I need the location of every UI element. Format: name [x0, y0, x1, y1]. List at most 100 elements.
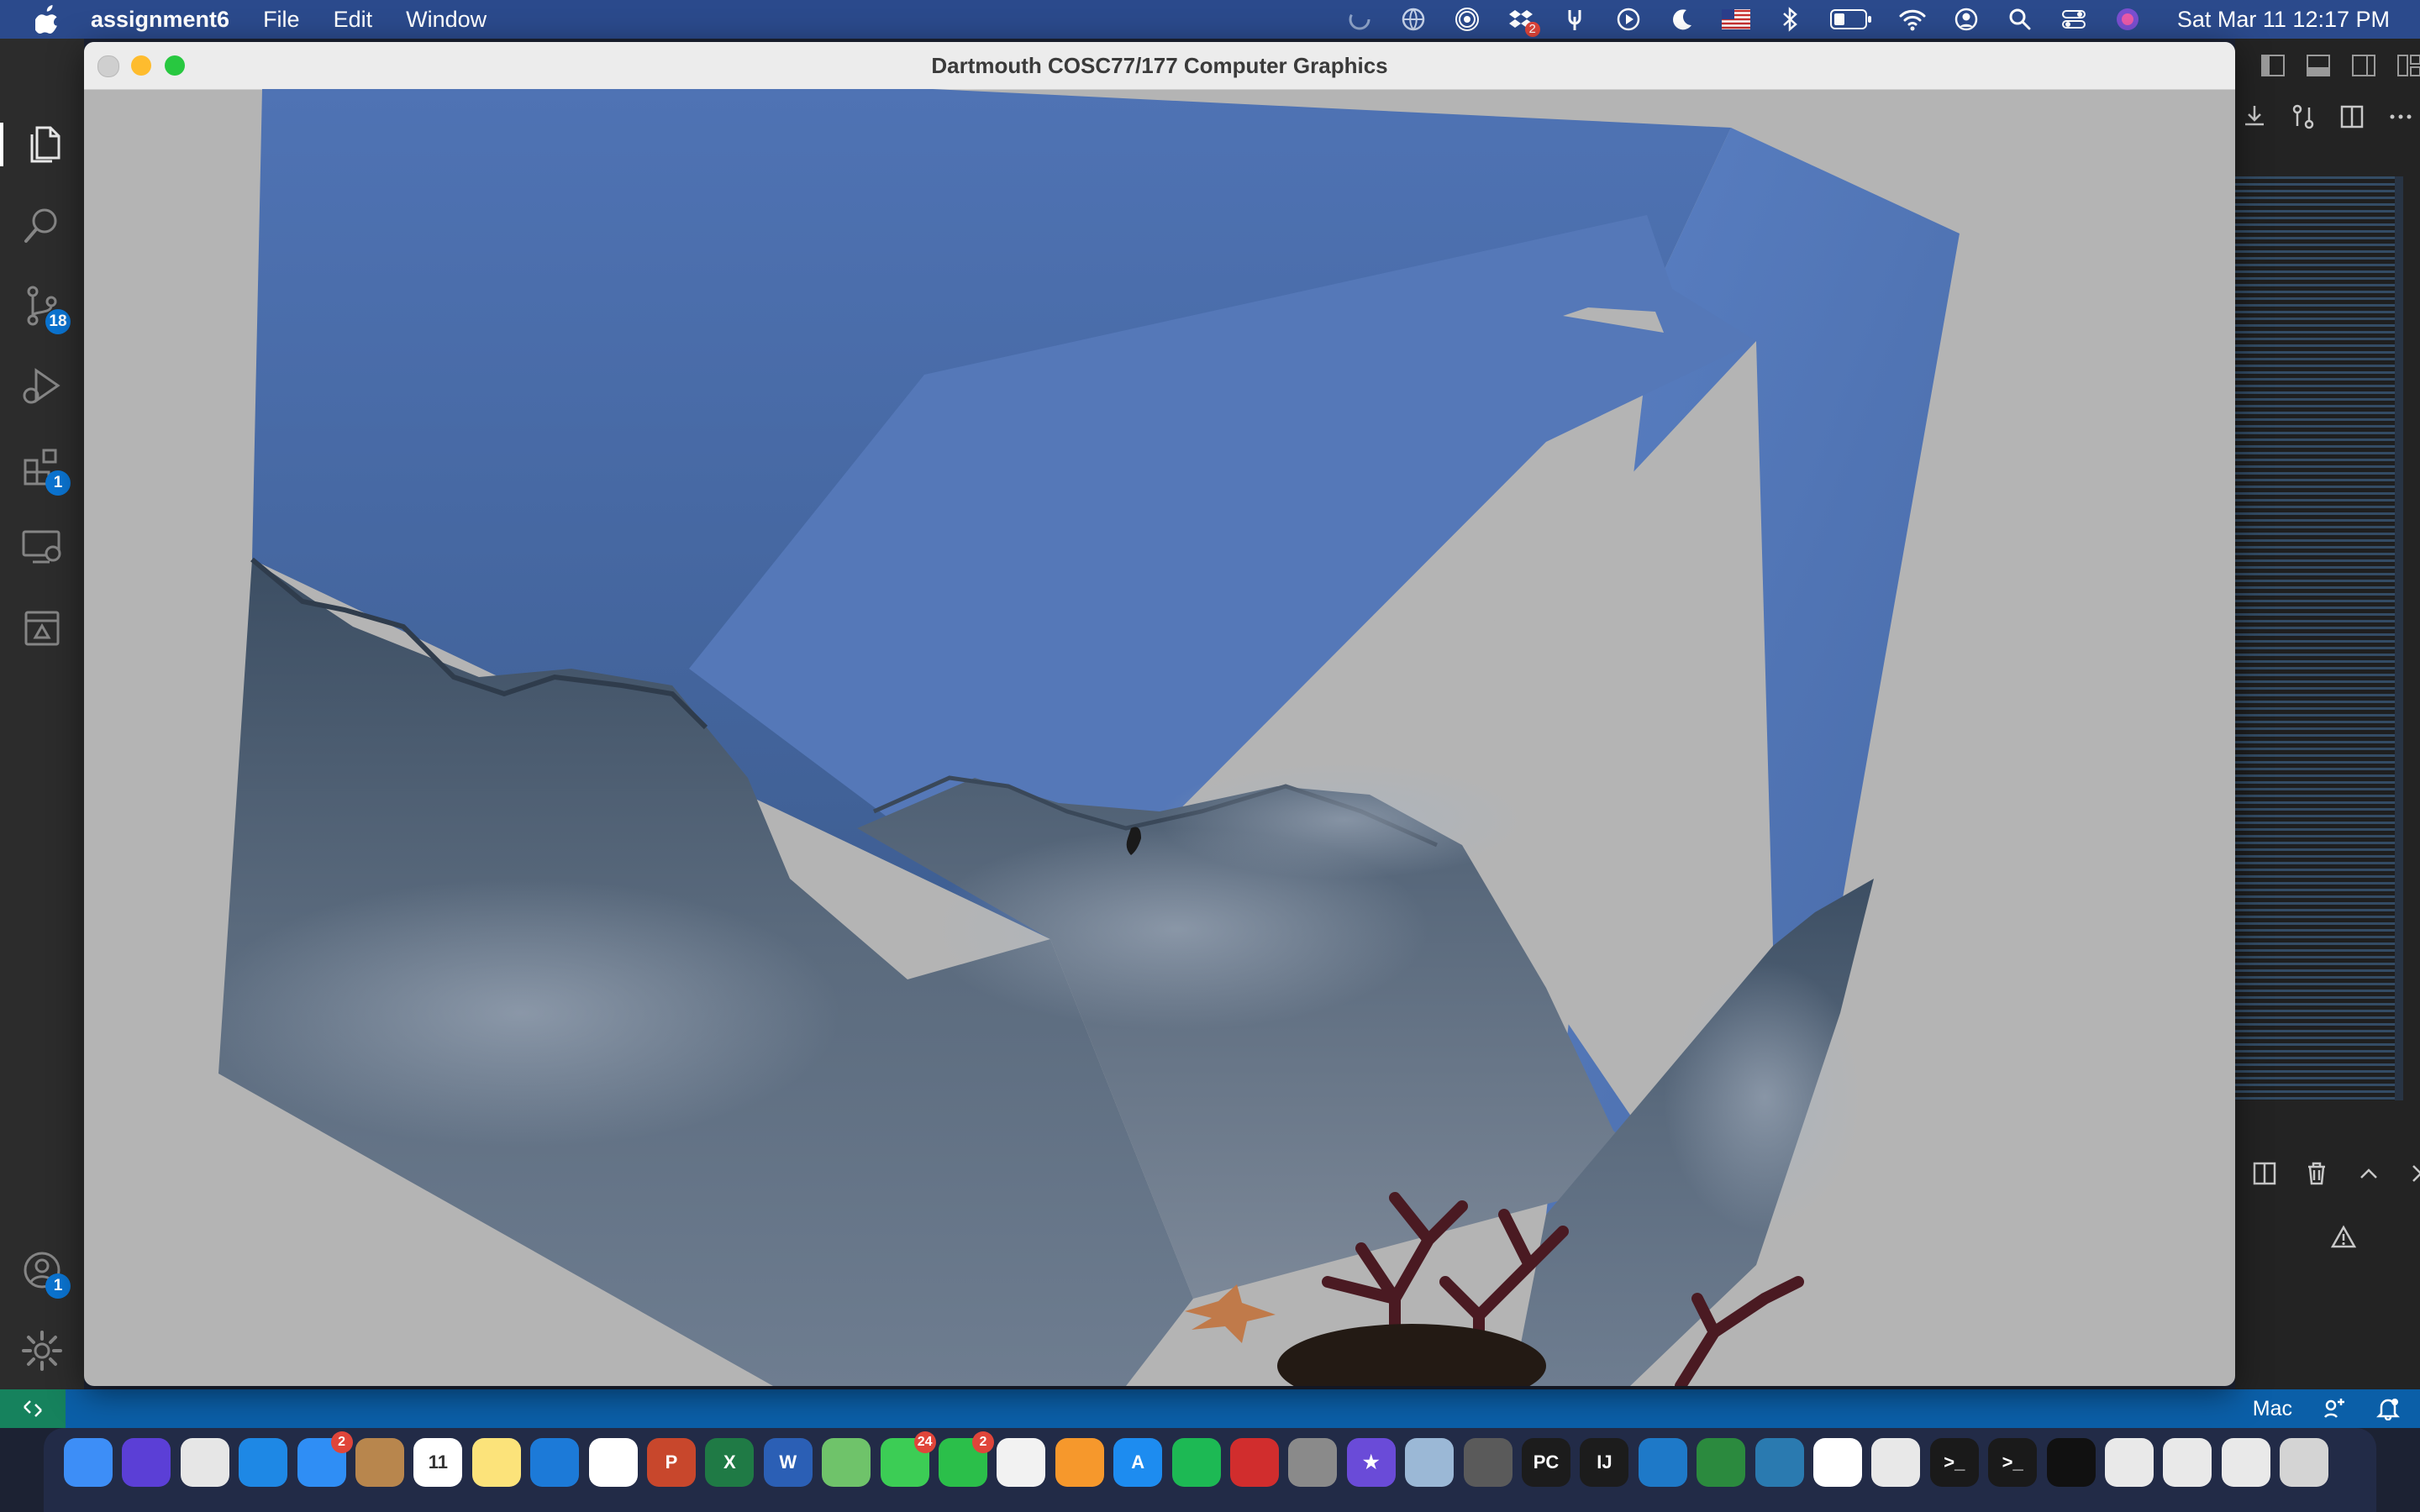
- window-zoom-button[interactable]: [165, 55, 185, 76]
- dropbox-icon[interactable]: 2: [1507, 5, 1540, 37]
- document-2-dock-icon[interactable]: [2163, 1438, 2212, 1487]
- window-title: Dartmouth COSC77/177 Computer Graphics: [931, 52, 1388, 78]
- contacts-dock-icon[interactable]: [355, 1438, 404, 1487]
- terminal-1-dock-icon[interactable]: >_: [1929, 1438, 1979, 1487]
- open-changes-icon[interactable]: [2291, 104, 2316, 129]
- siri-dock-icon[interactable]: [122, 1438, 171, 1487]
- vscode-dock-icon[interactable]: [1638, 1438, 1687, 1487]
- imovie-dock-icon[interactable]: ★: [1346, 1438, 1396, 1487]
- split-terminal-icon[interactable]: [2252, 1161, 2277, 1186]
- activity-manage[interactable]: [20, 1329, 64, 1373]
- reminders-dock-icon[interactable]: [588, 1438, 638, 1487]
- toggle-secondary-sidebar-icon[interactable]: [2351, 54, 2376, 77]
- minimap-scrollbar[interactable]: [2395, 176, 2403, 1100]
- activity-source-control[interactable]: 18: [20, 284, 71, 334]
- calculator-dock-icon[interactable]: [1463, 1438, 1512, 1487]
- pages-dock-icon[interactable]: [1055, 1438, 1104, 1487]
- safari-dock-icon[interactable]: [239, 1438, 288, 1487]
- editor-actions: [2242, 104, 2413, 129]
- us-flag-icon[interactable]: [1721, 5, 1750, 34]
- activity-remote-explorer[interactable]: [20, 526, 64, 570]
- user-icon[interactable]: [1952, 5, 1981, 34]
- ring-app-dock-icon[interactable]: [1697, 1438, 1746, 1487]
- globe-vpn-dock-icon[interactable]: [1754, 1438, 1804, 1487]
- run-debug-icon: [23, 368, 60, 404]
- mail-dock-icon[interactable]: 2: [297, 1431, 353, 1487]
- maximize-panel-icon[interactable]: [2356, 1161, 2381, 1186]
- close-panel-icon[interactable]: [2408, 1161, 2420, 1186]
- feedback-icon[interactable]: [2323, 1397, 2346, 1420]
- battery-icon[interactable]: [1829, 5, 1873, 34]
- notifications-bell-icon[interactable]: [2376, 1397, 2400, 1420]
- spotify-dock-icon[interactable]: [1171, 1438, 1221, 1487]
- photos-dock-icon[interactable]: [997, 1438, 1046, 1487]
- siri-icon[interactable]: [2113, 5, 2142, 34]
- source-control-badge: 18: [45, 309, 71, 334]
- intellij-dock-icon[interactable]: IJ: [1580, 1438, 1629, 1487]
- activity-accounts[interactable]: 1: [20, 1248, 71, 1299]
- menu-app-name[interactable]: assignment6: [91, 7, 229, 33]
- toggle-primary-sidebar-icon[interactable]: [2260, 54, 2286, 77]
- more-actions-icon[interactable]: [2388, 104, 2413, 129]
- document-1-dock-icon[interactable]: [2105, 1438, 2154, 1487]
- activity-extensions[interactable]: 1: [20, 445, 71, 496]
- toggle-panel-icon[interactable]: [2306, 54, 2331, 77]
- system-preferences-dock-icon[interactable]: [1288, 1438, 1338, 1487]
- spotlight-search-icon[interactable]: [2006, 5, 2034, 34]
- onedrive-dock-icon[interactable]: [530, 1438, 580, 1487]
- window-minimize-button[interactable]: [131, 55, 151, 76]
- globe-icon[interactable]: [1399, 5, 1428, 34]
- photo-booth-dock-icon[interactable]: [1230, 1438, 1279, 1487]
- split-editor-icon[interactable]: [2339, 104, 2365, 129]
- spinner-icon[interactable]: [1345, 5, 1374, 34]
- excel-dock-icon[interactable]: X: [705, 1438, 755, 1487]
- editor-minimap[interactable]: [2235, 176, 2403, 1100]
- webgl-canvas[interactable]: [84, 89, 2235, 1386]
- bluetooth-icon[interactable]: [1776, 5, 1804, 34]
- activity-testing[interactable]: [20, 606, 64, 650]
- maps-dock-icon[interactable]: [822, 1438, 871, 1487]
- preview-dock-icon[interactable]: [1405, 1438, 1455, 1487]
- trash-icon[interactable]: [2304, 1161, 2329, 1186]
- control-center-icon[interactable]: [2060, 5, 2088, 34]
- warning-icon[interactable]: [2330, 1225, 2357, 1254]
- window-close-button[interactable]: [97, 55, 119, 77]
- calendar-dock-icon[interactable]: 11: [413, 1438, 463, 1487]
- exec-window-dock-icon[interactable]: [2046, 1438, 2096, 1487]
- powerpoint-dock-icon[interactable]: P: [647, 1438, 696, 1487]
- finder-dock-icon[interactable]: [64, 1438, 113, 1487]
- notes-dock-icon[interactable]: [471, 1438, 521, 1487]
- menu-window[interactable]: Window: [406, 7, 487, 33]
- remote-indicator[interactable]: [0, 1389, 66, 1428]
- activity-explorer[interactable]: [0, 123, 87, 166]
- pycharm-glyph: PC: [1533, 1452, 1560, 1473]
- airdrop-icon[interactable]: [1453, 5, 1481, 34]
- menu-edit[interactable]: Edit: [334, 7, 373, 33]
- terminal-2-dock-icon[interactable]: >_: [1988, 1438, 2038, 1487]
- apple-menu-icon[interactable]: [35, 5, 60, 34]
- customize-layout-icon[interactable]: [2396, 54, 2420, 77]
- fog-patch: [202, 879, 840, 1147]
- wifi-icon[interactable]: [1898, 5, 1927, 34]
- status-bar-right: Mac: [2253, 1389, 2400, 1428]
- activity-search[interactable]: [20, 203, 64, 247]
- status-platform-label[interactable]: Mac: [2253, 1397, 2292, 1421]
- facetime-dock-icon[interactable]: 2: [939, 1431, 994, 1487]
- activity-run-debug[interactable]: [20, 365, 64, 408]
- menu-file[interactable]: File: [263, 7, 300, 33]
- menu-clock[interactable]: Sat Mar 11 12:17 PM: [2177, 7, 2390, 33]
- launchpad-dock-icon[interactable]: [180, 1438, 229, 1487]
- play-icon[interactable]: [1614, 5, 1643, 34]
- chrome-dock-icon[interactable]: [1871, 1438, 1921, 1487]
- trash-dock-icon[interactable]: [2280, 1438, 2329, 1487]
- window-titlebar[interactable]: Dartmouth COSC77/177 Computer Graphics: [84, 42, 2235, 90]
- word-dock-icon[interactable]: W: [763, 1438, 813, 1487]
- moon-icon[interactable]: [1668, 5, 1697, 34]
- messages-dock-icon[interactable]: 24: [880, 1431, 936, 1487]
- antenna-icon[interactable]: [1560, 5, 1589, 34]
- download-compare-icon[interactable]: [2242, 104, 2267, 129]
- pycharm-dock-icon[interactable]: PC: [1522, 1438, 1570, 1487]
- slack-dock-icon[interactable]: [1813, 1438, 1862, 1487]
- app-store-dock-icon[interactable]: A: [1113, 1438, 1163, 1487]
- document-3-dock-icon[interactable]: [2221, 1438, 2270, 1487]
